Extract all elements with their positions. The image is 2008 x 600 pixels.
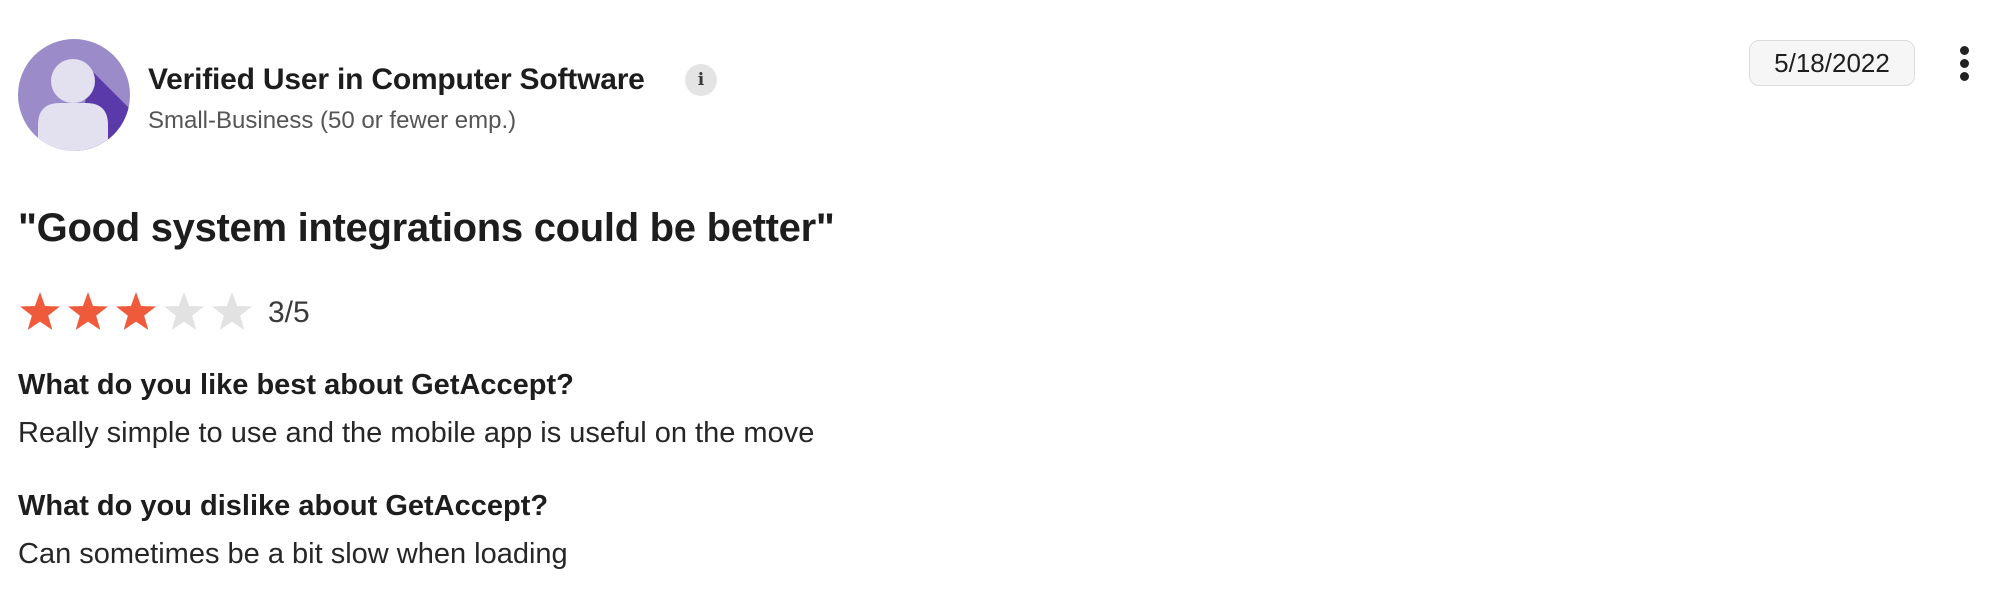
- review-card: Verified User in Computer Software i Sma…: [0, 0, 2008, 600]
- star-filled-icon: [20, 292, 60, 330]
- star-filled-icon: [68, 292, 108, 330]
- star-empty-icon: [164, 292, 204, 330]
- info-icon[interactable]: i: [685, 64, 717, 96]
- question-dislike: What do you dislike about GetAccept?: [18, 490, 549, 522]
- answer-dislike: Can sometimes be a bit slow when loading: [18, 538, 568, 570]
- menu-dot: [1960, 46, 1969, 55]
- reviewer-name: Verified User in Computer Software: [148, 63, 645, 96]
- company-size: Small-Business (50 or fewer emp.): [148, 107, 517, 134]
- review-title: "Good system integrations could be bette…: [18, 206, 835, 250]
- star-filled-icon: [116, 292, 156, 330]
- menu-dot: [1960, 59, 1969, 68]
- person-silhouette-icon: [18, 39, 130, 151]
- rating-label: 3/5: [268, 296, 310, 329]
- review-date-badge: 5/18/2022: [1749, 40, 1915, 86]
- avatar: [18, 39, 130, 151]
- question-like-best: What do you like best about GetAccept?: [18, 369, 574, 401]
- star-empty-icon: [212, 292, 252, 330]
- answer-like-best: Really simple to use and the mobile app …: [18, 417, 815, 449]
- more-vertical-icon[interactable]: [1950, 44, 1980, 84]
- menu-dot: [1960, 72, 1969, 81]
